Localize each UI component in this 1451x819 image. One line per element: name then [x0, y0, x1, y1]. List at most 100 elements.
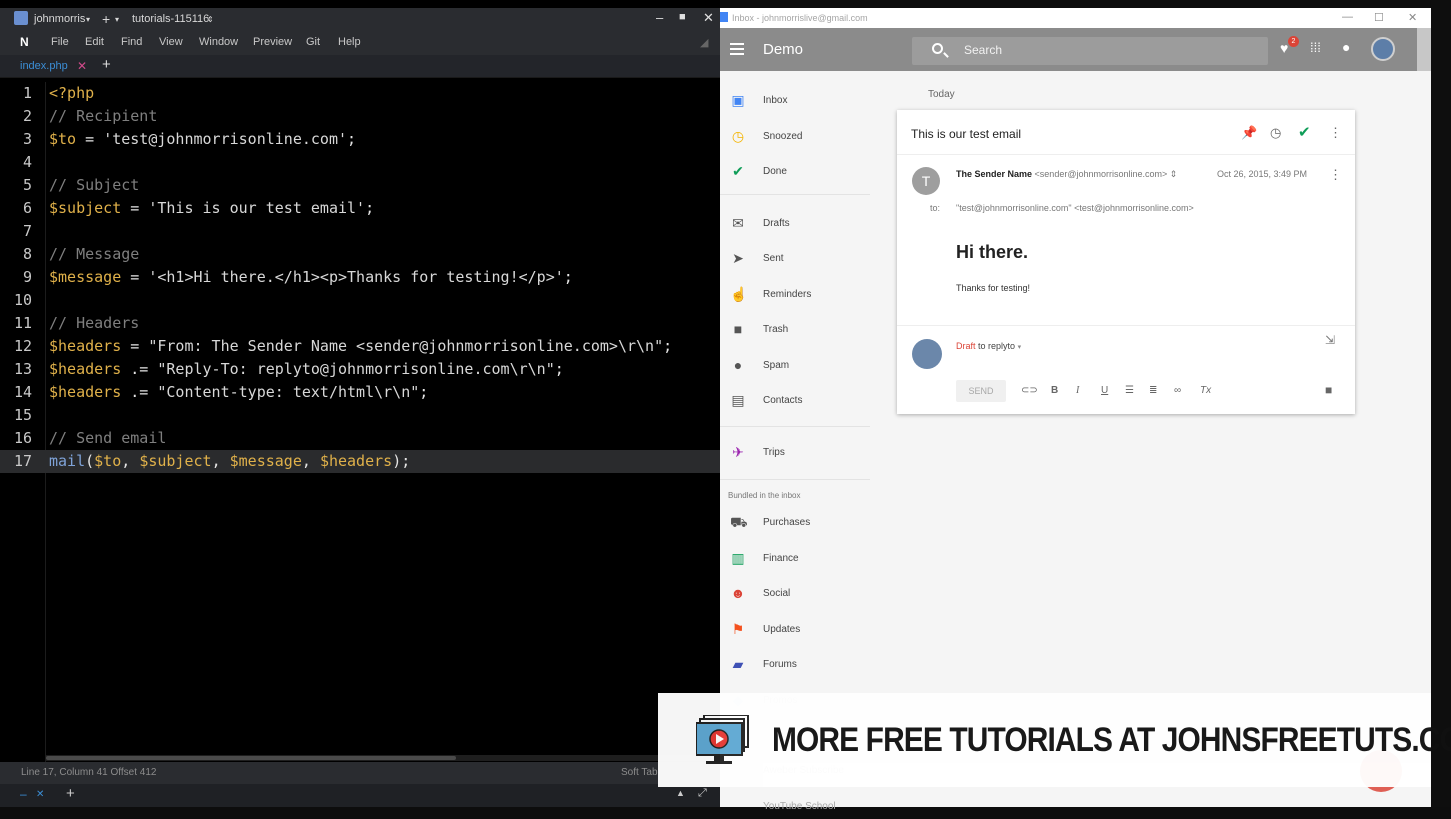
send-button[interactable]: SEND [956, 380, 1006, 402]
collapse-icon[interactable]: ▲ [676, 788, 685, 798]
draft-dropdown-icon[interactable]: ▾ [1018, 344, 1022, 351]
browser-close-button[interactable]: ✕ [1408, 11, 1417, 24]
code-line[interactable]: 5 // Subject [0, 174, 720, 197]
bundle-item-updates[interactable]: ⚑ Updates [720, 618, 870, 642]
sidebar-item-trips[interactable]: ✈ Trips [720, 441, 870, 465]
browser-maximize-button[interactable]: ☐ [1374, 11, 1384, 24]
search-input[interactable]: Search [964, 43, 1002, 57]
line-text: $to = 'test@johnmorrisonline.com'; [49, 130, 357, 148]
horizontal-scrollbar[interactable] [46, 755, 720, 761]
code-line[interactable]: 9 $message = '<h1>Hi there.</h1><p>Thanks… [0, 266, 720, 289]
tab-index-php[interactable]: index.php ✕ [10, 57, 92, 76]
sidebar-item-sent[interactable]: ➤ Sent [720, 247, 870, 271]
bundle-item-finance[interactable]: ▥ Finance [720, 547, 870, 571]
done-check-icon[interactable]: ✔ [1298, 123, 1311, 141]
menu-view[interactable]: View [159, 36, 183, 48]
code-line[interactable]: 16 // Send email [0, 427, 720, 450]
code-line[interactable]: 4 [0, 151, 720, 174]
code-line[interactable]: 2 // Recipient [0, 105, 720, 128]
sender-expand-icon[interactable]: ⇕ [1170, 169, 1178, 179]
menu-edit[interactable]: Edit [85, 36, 104, 48]
bundle-item-purchases[interactable]: ⛟ Purchases [720, 511, 870, 535]
sidebar-item-reminders[interactable]: ☝ Reminders [720, 283, 870, 307]
numbered-list-icon[interactable]: ≣ [1149, 385, 1157, 396]
discard-trash-icon[interactable]: ■ [1325, 383, 1332, 397]
italic-icon[interactable]: I [1076, 385, 1079, 396]
sender-name[interactable]: The Sender Name [956, 169, 1032, 179]
bundle-item-forums[interactable]: ▰ Forums [720, 653, 870, 677]
sidebar-item-done[interactable]: ✔ Done [720, 160, 870, 184]
search-box[interactable]: Search [912, 37, 1268, 65]
menu-find[interactable]: Find [121, 36, 142, 48]
code-area[interactable]: 1 <?php 2 // Recipient 3 $to = 'test@johnmorr… [0, 82, 720, 752]
maximize-button[interactable]: ■ [679, 11, 686, 23]
draft-line[interactable]: Draft to replyto ▾ [956, 341, 1021, 351]
inbox-header: Demo Search ♥ 2 ⁞⁞⁞ ● [720, 28, 1417, 71]
menu-git[interactable]: Git [306, 36, 320, 48]
underline-icon[interactable]: U [1101, 385, 1108, 396]
user-menu[interactable]: johnmorris [34, 13, 85, 25]
user-avatar[interactable] [1371, 37, 1395, 61]
sidebar-item-contacts[interactable]: ▤ Contacts [720, 389, 870, 413]
message-more-icon[interactable]: ⋮ [1329, 167, 1342, 183]
pin-icon[interactable]: 📌 [1241, 125, 1257, 141]
sidebar-item-drafts[interactable]: ✉ Drafts [720, 212, 870, 236]
project-menu[interactable]: tutorials-115116 [132, 13, 209, 25]
menu-file[interactable]: File [51, 36, 69, 48]
code-line[interactable]: 3 $to = 'test@johnmorrisonline.com'; [0, 128, 720, 151]
minimize-button[interactable]: – [656, 10, 663, 25]
new-tab-icon[interactable]: + [102, 56, 111, 73]
code-line[interactable]: 1 <?php [0, 82, 720, 105]
terminal-close-icon[interactable]: ✕ [36, 789, 44, 800]
sidebar-item-extra[interactable]: YouTube School [720, 795, 870, 819]
sidebar-item-spam[interactable]: ● Spam [720, 354, 870, 378]
sidebar-item-snoozed[interactable]: ◷ Snoozed [720, 125, 870, 149]
close-button[interactable]: ✕ [703, 10, 714, 26]
account-circle-icon[interactable]: ● [1342, 39, 1350, 55]
link-icon[interactable]: ∞ [1174, 385, 1181, 396]
cart-icon: ⛟ [730, 514, 748, 530]
scrollbar-thumb[interactable] [46, 756, 456, 760]
add-dropdown-icon[interactable]: ▾ [115, 15, 119, 24]
sidebar-divider [720, 426, 870, 427]
hamburger-menu-icon[interactable] [730, 43, 744, 55]
bold-icon[interactable]: B [1051, 385, 1058, 396]
menu-preview[interactable]: Preview [253, 36, 292, 48]
bundle-item-social[interactable]: ☻ Social [720, 582, 870, 606]
terminal-bar: – ✕ + ▲ ⤢ [0, 784, 720, 807]
indent-mode[interactable]: Soft Tab [621, 767, 658, 778]
new-terminal-icon[interactable]: + [66, 785, 75, 802]
code-line[interactable]: 7 [0, 220, 720, 243]
project-switch-icon[interactable]: ⇕ [207, 15, 214, 24]
email-card-header[interactable]: This is our test email 📌 ◷ ✔ ⋮ [897, 110, 1355, 155]
reminder-bell-icon[interactable]: ♥ [1280, 40, 1288, 56]
code-line[interactable]: 6 $subject = 'This is our test email'; [0, 197, 720, 220]
more-vert-icon[interactable]: ⋮ [1329, 125, 1342, 141]
app-n-icon[interactable]: N [20, 35, 29, 49]
clear-format-icon[interactable]: Tx [1200, 385, 1211, 396]
popout-icon[interactable]: ⇲ [1325, 333, 1335, 347]
apps-grid-icon[interactable]: ⁞⁞⁞ [1310, 40, 1321, 55]
code-line[interactable]: 15 [0, 404, 720, 427]
expand-icon[interactable]: ⤢ [698, 787, 707, 800]
code-line[interactable]: 13 $headers .= "Reply-To: replyto@johnmor… [0, 358, 720, 381]
sidebar-item-inbox[interactable]: ▣ Inbox [720, 89, 870, 113]
code-line[interactable]: 11 // Headers [0, 312, 720, 335]
code-line[interactable]: 8 // Message [0, 243, 720, 266]
browser-minimize-button[interactable]: — [1342, 11, 1353, 23]
bulleted-list-icon[interactable]: ☰ [1125, 385, 1134, 396]
sidebar-item-trash[interactable]: ■ Trash [720, 318, 870, 342]
code-line[interactable]: 17 mail($to, $subject, $message, $headers… [0, 450, 720, 473]
menu-window[interactable]: Window [199, 36, 238, 48]
cursor-position: Line 17, Column 41 Offset 412 [21, 767, 157, 778]
attach-icon[interactable]: ⊂⊃ [1021, 385, 1038, 396]
code-line[interactable]: 12 $headers = "From: The Sender Name <sen… [0, 335, 720, 358]
add-icon[interactable]: + [102, 11, 110, 27]
code-line[interactable]: 14 $headers .= "Content-type: text/html\r… [0, 381, 720, 404]
tab-close-icon[interactable]: ✕ [77, 59, 87, 73]
snooze-clock-icon[interactable]: ◷ [1270, 125, 1281, 141]
user-dropdown-icon[interactable]: ▾ [86, 15, 90, 24]
terminal-tab-icon[interactable]: – [20, 787, 27, 801]
code-line[interactable]: 10 [0, 289, 720, 312]
menu-help[interactable]: Help [338, 36, 361, 48]
